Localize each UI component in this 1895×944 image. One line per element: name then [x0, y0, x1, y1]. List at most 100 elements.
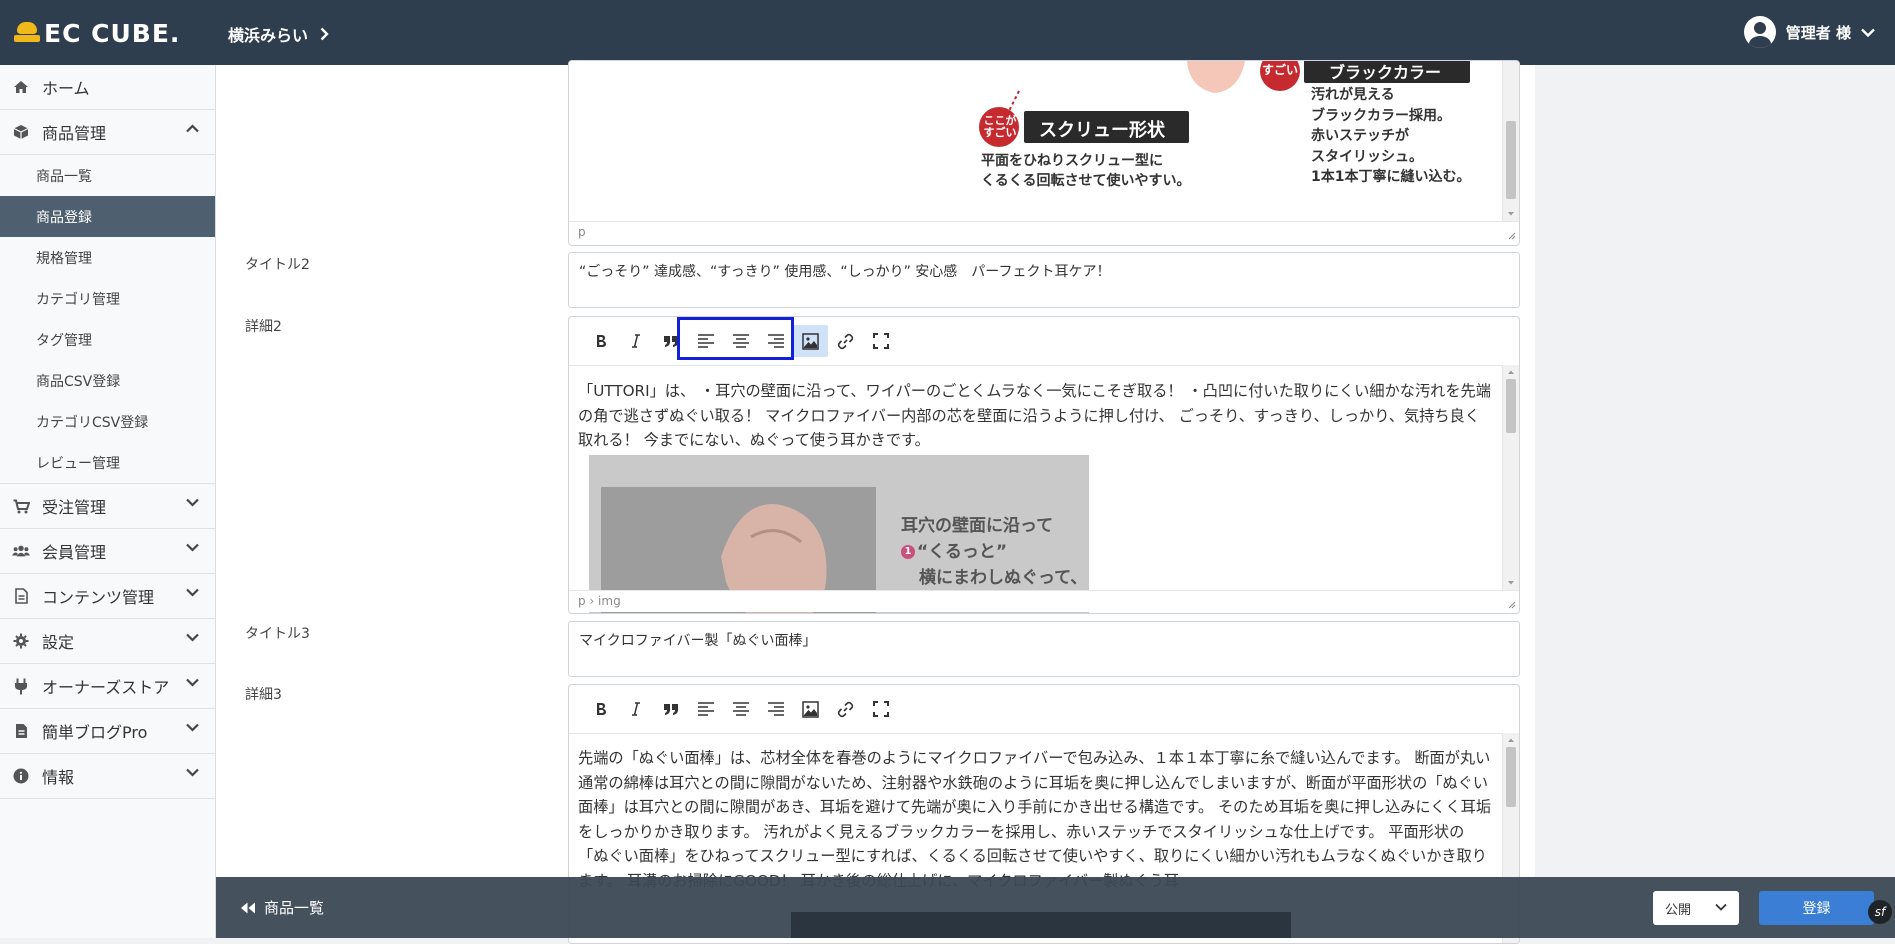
- avatar-icon: [1743, 16, 1776, 48]
- fullscreen-button[interactable]: [863, 693, 898, 725]
- detail2-scrollbar[interactable]: [1502, 365, 1519, 590]
- scroll-down-arrow-icon[interactable]: [1503, 209, 1519, 219]
- scroll-down-arrow-icon[interactable]: [1503, 578, 1519, 588]
- detail2-body[interactable]: 「UTTORI」は、 ・耳穴の壁面に沿って、ワイパーのごとくムラなく一気にこそぎ…: [569, 364, 1503, 613]
- bold-button[interactable]: [583, 325, 618, 357]
- bottom-panel-tab: [791, 912, 1291, 938]
- sidebar-item-settings[interactable]: 設定: [0, 619, 215, 664]
- title3-input[interactable]: マイクロファイバー製「ぬぐい面棒」: [568, 621, 1520, 677]
- black-desc-line: 汚れが見える: [1311, 87, 1395, 103]
- sidebar-item-label: 簡単ブログPro: [42, 723, 148, 742]
- scroll-thumb[interactable]: [1506, 747, 1516, 807]
- blockquote-button[interactable]: [653, 693, 688, 725]
- sidebar-subitem-product-register[interactable]: 商品登録: [0, 196, 215, 237]
- shop-name: 横浜みらい: [228, 26, 309, 45]
- align-center-button[interactable]: [723, 693, 758, 725]
- align-left-button[interactable]: [688, 693, 723, 725]
- back-to-list-link[interactable]: 商品一覧: [240, 897, 324, 918]
- sidebar-item-info[interactable]: 情報: [0, 754, 215, 799]
- register-button[interactable]: 登録: [1759, 891, 1874, 925]
- sidebar-item-label: 情報: [42, 768, 75, 787]
- sidebar-subitem-product-csv[interactable]: 商品CSV登録: [0, 360, 215, 401]
- home-icon: [12, 80, 30, 94]
- chevron-down-icon: [186, 768, 199, 777]
- resize-handle-icon[interactable]: [1508, 601, 1516, 609]
- scroll-up-arrow-icon[interactable]: [1503, 735, 1519, 745]
- users-icon: [12, 544, 30, 558]
- image-button[interactable]: [793, 325, 828, 357]
- sidebar-item-products[interactable]: 商品管理: [0, 110, 215, 155]
- element-path: p: [578, 225, 586, 239]
- fullscreen-button[interactable]: [863, 325, 898, 357]
- italic-icon: [631, 702, 640, 716]
- italic-icon: [631, 334, 640, 348]
- detail2-label: 詳細2: [245, 319, 282, 335]
- image-icon: [802, 700, 819, 718]
- scroll-thumb[interactable]: [1506, 121, 1516, 199]
- sidebar-item-label: オーナーズストア: [42, 678, 170, 697]
- black-color-title: ブラックカラー: [1329, 63, 1442, 82]
- user-menu[interactable]: 管理者 様: [1743, 16, 1875, 48]
- chevron-down-icon: [186, 723, 199, 732]
- ec-cube-logo[interactable]: EC CUBE.: [14, 18, 180, 48]
- shop-link[interactable]: 横浜みらい: [228, 22, 329, 46]
- title2-input[interactable]: “ごっそり” 達成感、“すっきり” 使用感、“しっかり” 安心感 パーフェクト耳…: [568, 252, 1520, 308]
- sidebar: ホーム 商品管理 商品一覧 商品登録 規格管理 カテゴリ管理 タグ管理 商品CS…: [0, 65, 216, 938]
- sidebar-item-label: ホーム: [42, 79, 90, 98]
- publish-status-select[interactable]: 公開: [1653, 891, 1739, 925]
- link-icon: [837, 333, 854, 349]
- badge-text-2: すごい: [1262, 63, 1299, 77]
- sidebar-subitem-category-csv[interactable]: カテゴリCSV登録: [0, 401, 215, 442]
- sidebar-subitem-review-manage[interactable]: レビュー管理: [0, 442, 215, 483]
- sidebar-item-home[interactable]: ホーム: [0, 65, 215, 110]
- sidebar-item-label: 会員管理: [42, 543, 107, 562]
- italic-button[interactable]: [618, 325, 653, 357]
- image-button[interactable]: [793, 693, 828, 725]
- symfony-toolbar-icon[interactable]: sf: [1868, 900, 1892, 924]
- sidebar-item-members[interactable]: 会員管理: [0, 529, 215, 574]
- bold-button[interactable]: [583, 693, 618, 725]
- file-icon: [12, 588, 30, 604]
- sidebar-subitem-tag-manage[interactable]: タグ管理: [0, 319, 215, 360]
- sidebar-item-blog[interactable]: 簡単ブログPro: [0, 709, 215, 754]
- detail3-label: 詳細3: [245, 687, 282, 703]
- chevron-down-icon: [186, 588, 199, 597]
- caption-line-2: 1 “くるっと”: [901, 539, 1087, 565]
- chevron-down-icon: [186, 633, 199, 642]
- sidebar-item-orders[interactable]: 受注管理: [0, 484, 215, 529]
- logo-text: EC CUBE.: [44, 18, 181, 48]
- link-button[interactable]: [828, 325, 863, 357]
- detail2-editor[interactable]: 「UTTORI」は、 ・耳穴の壁面に沿って、ワイパーのごとくムラなく一気にこそぎ…: [568, 316, 1520, 614]
- sidebar-subitem-category-manage[interactable]: カテゴリ管理: [0, 278, 215, 319]
- detail2-image-caption: 耳穴の壁面に沿って 1 “くるっと” 横にまわしぬぐって、: [901, 513, 1087, 591]
- chevron-up-icon: [186, 124, 199, 133]
- detail2-text: 「UTTORI」は、 ・耳穴の壁面に沿って、ワイパーのごとくムラなく一気にこそぎ…: [578, 382, 1491, 449]
- scroll-thumb[interactable]: [1506, 379, 1516, 433]
- black-desc-line: 1本1本丁寧に縫い込む。: [1311, 169, 1471, 185]
- align-buttons-highlight: [677, 317, 794, 360]
- number-one-badge-icon: 1: [901, 544, 915, 559]
- element-path: p › img: [578, 594, 621, 608]
- bold-icon: [596, 335, 606, 347]
- link-button[interactable]: [828, 693, 863, 725]
- italic-button[interactable]: [618, 693, 653, 725]
- caption-line-1: 耳穴の壁面に沿って: [901, 515, 1054, 536]
- sidebar-item-label: 受注管理: [42, 498, 107, 517]
- align-left-icon: [697, 702, 714, 716]
- sidebar-item-contents[interactable]: コンテンツ管理: [0, 574, 215, 619]
- detail1-editor[interactable]: すごい ブラックカラー ここがすごい スクリュー形状 平面をひねりスクリュー型に…: [568, 60, 1520, 246]
- detail3-text: 先端の「ぬぐい面棒」は、芯材全体を春巻のようにマイクロファイバーで包み込み、１本…: [578, 749, 1492, 890]
- chevron-down-icon: [186, 498, 199, 507]
- sidebar-item-owners-store[interactable]: オーナーズストア: [0, 664, 215, 709]
- plug-icon: [12, 678, 30, 695]
- align-right-button[interactable]: [758, 693, 793, 725]
- screw-title: スクリュー形状: [1039, 120, 1165, 141]
- resize-handle-icon[interactable]: [1508, 232, 1516, 240]
- scroll-up-arrow-icon[interactable]: [1503, 367, 1519, 377]
- sidebar-subitem-product-list[interactable]: 商品一覧: [0, 155, 215, 196]
- screw-desc-line-2: くるくる回転させて使いやすい。: [981, 173, 1191, 189]
- detail1-scrollbar[interactable]: [1502, 61, 1519, 221]
- sidebar-subitem-spec-manage[interactable]: 規格管理: [0, 237, 215, 278]
- black-desc-line: ブラックカラー採用。: [1311, 107, 1451, 124]
- black-desc-line: 赤いステッチが: [1311, 128, 1409, 144]
